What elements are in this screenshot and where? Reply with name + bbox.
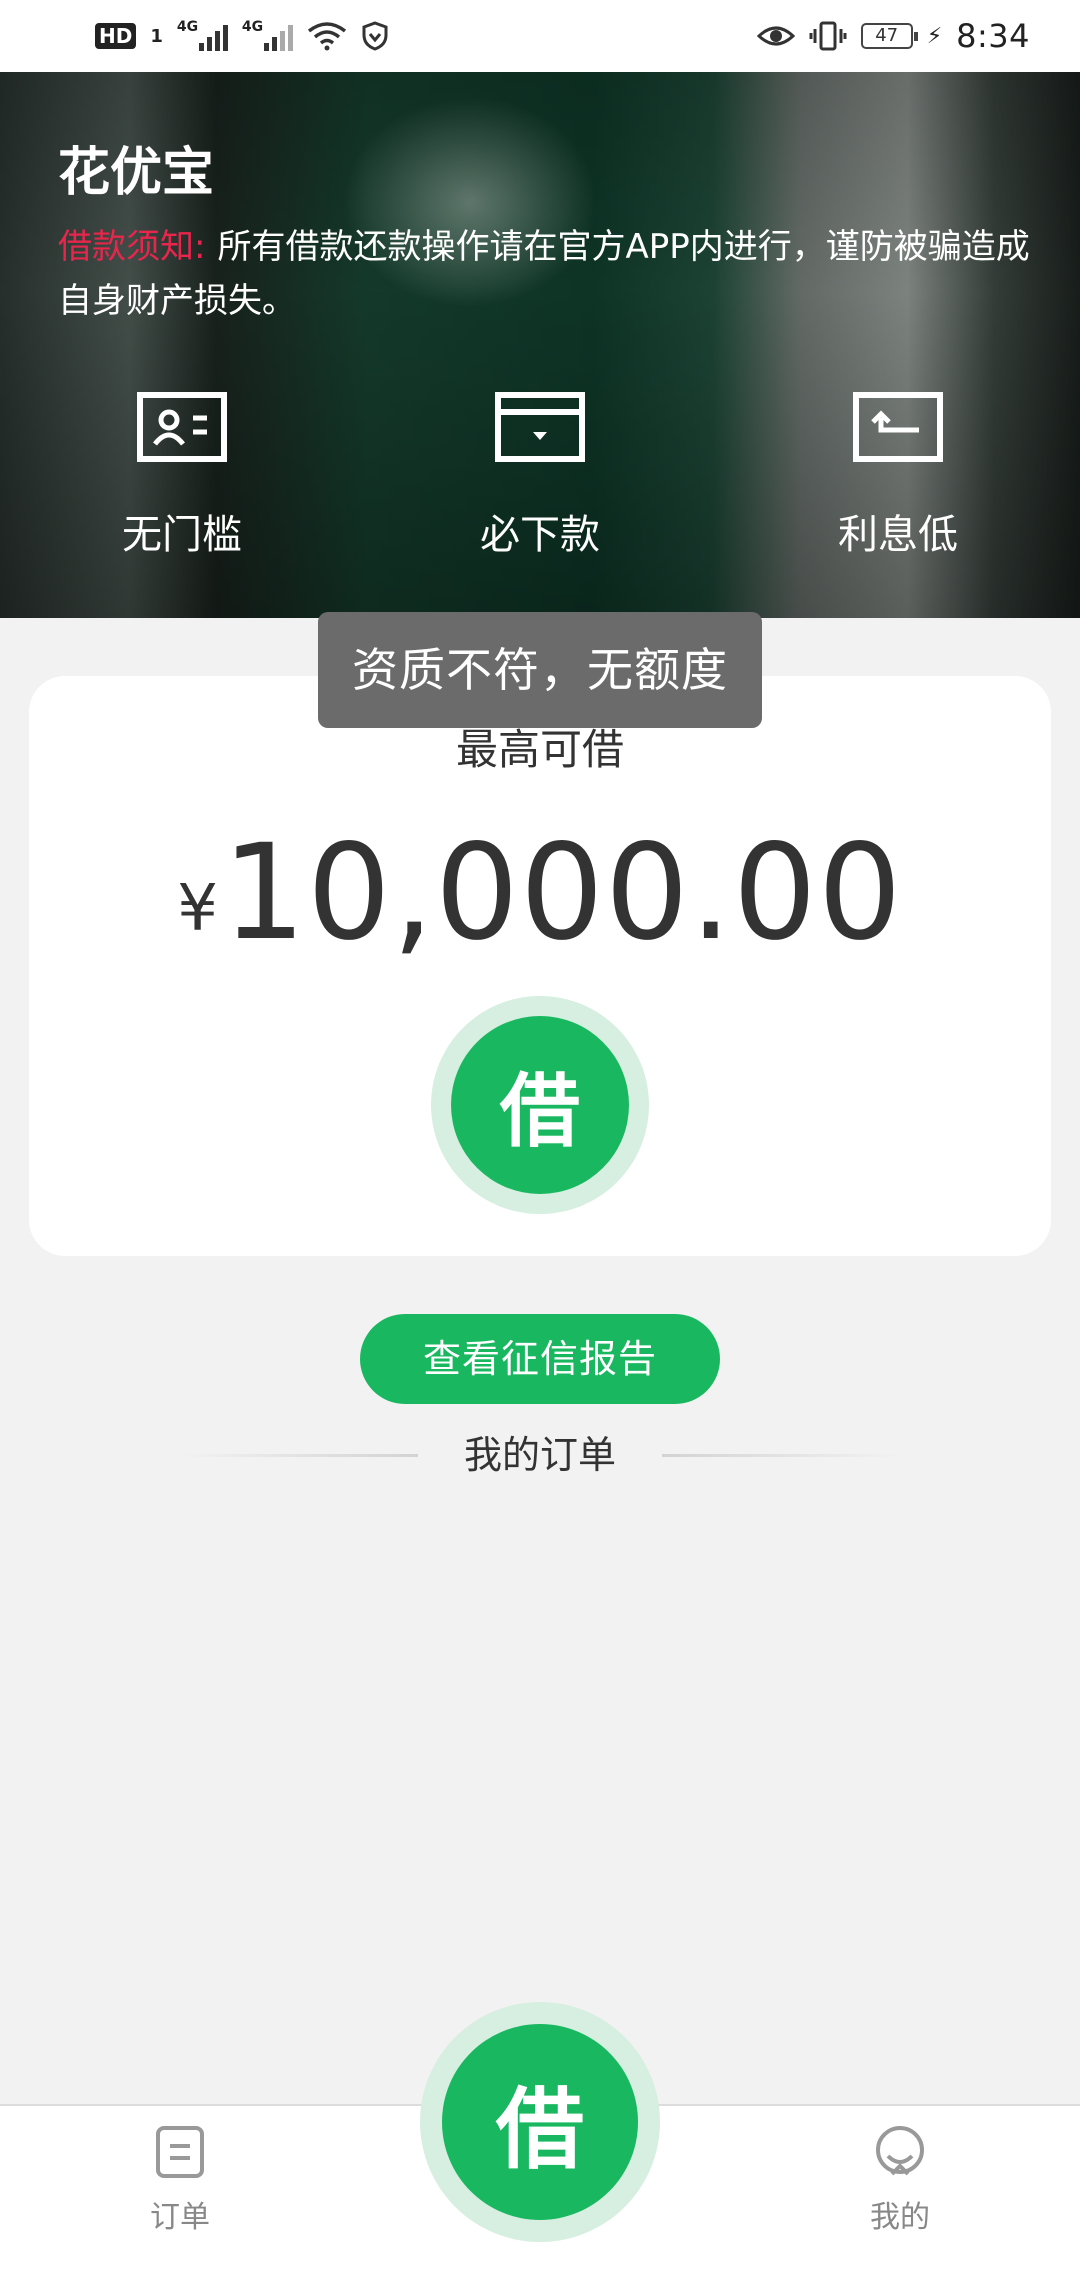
max-borrow-amount: ¥10,000.00: [29, 816, 1051, 970]
nav-mine-label: 我的: [870, 2200, 930, 2235]
feature-label: 必下款: [480, 512, 600, 558]
orders-section-header: 我的订单: [0, 1425, 1080, 1485]
notice-label: 借款须知:: [58, 227, 206, 267]
network-type-label: 4G: [176, 19, 199, 35]
nav-orders[interactable]: 订单: [80, 2124, 280, 2236]
nav-borrow-button[interactable]: 借: [420, 2002, 660, 2242]
wifi-icon: [307, 22, 346, 51]
nav-borrow-label: 借: [442, 2024, 638, 2220]
shield-icon: [362, 21, 388, 51]
nav-mine[interactable]: 我的: [800, 2124, 1000, 2236]
battery-icon: 47: [860, 23, 918, 49]
feature-label: 无门槛: [122, 512, 242, 558]
borrow-button[interactable]: 借: [431, 996, 649, 1214]
network-type-label: 4G: [241, 19, 264, 35]
id-card-icon: [137, 392, 227, 462]
return-card-icon: [853, 392, 943, 462]
header-banner: 花优宝 借款须知: 所有借款还款操作请在官方APP内进行，谨防被骗造成自身财产损失…: [0, 72, 1080, 618]
document-icon: [156, 2126, 204, 2178]
signal-icon: 4G: [176, 19, 228, 51]
orders-section-title: 我的订单: [463, 1433, 616, 1477]
feature-list: 无门槛 必下款 利息低: [0, 392, 1080, 592]
status-bar: HD 1 4G 4G 47 ⚡ 8:34: [0, 0, 1080, 72]
feature-label: 利息低: [838, 512, 958, 558]
eye-icon: [756, 26, 795, 46]
view-credit-report-button[interactable]: 查看征信报告: [360, 1314, 720, 1404]
loan-notice: 借款须知: 所有借款还款操作请在官方APP内进行，谨防被骗造成自身财产损失。: [58, 220, 1038, 328]
vibrate-icon: [809, 21, 847, 51]
feature-guaranteed: 必下款: [420, 392, 660, 560]
profile-icon: [876, 2126, 924, 2176]
status-right: 47 ⚡ 8:34: [756, 17, 1030, 55]
loan-card: 最高可借 ¥10,000.00 借: [29, 676, 1051, 1256]
signal-icon: 4G: [241, 19, 293, 51]
status-left: HD 1 4G 4G: [95, 19, 389, 51]
charging-icon: ⚡: [926, 23, 943, 49]
wallet-icon: [495, 392, 585, 462]
feature-no-threshold: 无门槛: [62, 392, 302, 560]
amount-value: 10,000.00: [221, 816, 903, 970]
borrow-button-label: 借: [451, 1016, 629, 1194]
currency-symbol: ¥: [177, 872, 218, 946]
hd-badge: HD: [95, 23, 137, 49]
clock: 8:34: [956, 17, 1030, 55]
toast-message: 资质不符，无额度: [318, 612, 762, 728]
nav-orders-label: 订单: [150, 2200, 210, 2235]
divider: [662, 1454, 900, 1457]
app-title: 花优宝: [58, 143, 215, 203]
sim-number: 1: [150, 25, 163, 47]
feature-low-interest: 利息低: [778, 392, 1018, 560]
